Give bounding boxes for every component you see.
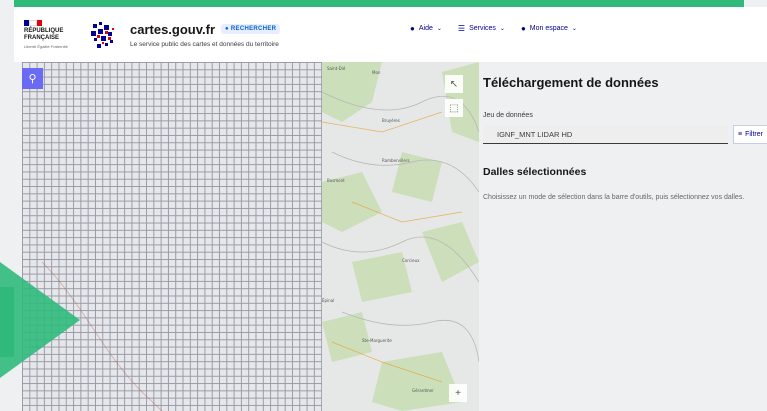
rectangle-select-icon: ⬚ bbox=[449, 102, 459, 114]
dataset-value: IGNF_MNT LIDAR HD bbox=[497, 130, 573, 139]
svg-text:Rambervillers: Rambervillers bbox=[382, 158, 410, 163]
header-nav: ● Aide ⌄ ☰ Services ⌄ ● Mon espace ⌄ bbox=[410, 24, 577, 33]
chevron-down-icon: ⌄ bbox=[571, 26, 577, 32]
filter-button[interactable]: ≡ Filtrer bbox=[733, 125, 767, 144]
dataset-select[interactable]: IGNF_MNT LIDAR HD bbox=[483, 125, 728, 144]
svg-text:Mon: Mon bbox=[372, 70, 381, 75]
french-flag-icon bbox=[24, 20, 42, 26]
chevron-down-icon: ⌄ bbox=[436, 26, 442, 32]
map-search-button[interactable]: ⚲ bbox=[22, 68, 43, 89]
dataset-label: Jeu de données bbox=[483, 112, 533, 119]
plus-icon: + bbox=[455, 387, 461, 399]
nav-services[interactable]: ☰ Services ⌄ bbox=[458, 24, 505, 33]
republique-line-2: FRANÇAISE bbox=[24, 35, 60, 41]
site-header: RÉPUBLIQUE FRANÇAISE Liberté Égalité Fra… bbox=[14, 7, 767, 62]
map-view[interactable]: Saint-Dié Mon Bosmont Bruyères Épinal Co… bbox=[22, 62, 479, 411]
zoom-in-button[interactable]: + bbox=[449, 384, 467, 402]
panel-title: Téléchargement de données bbox=[483, 75, 659, 90]
filter-icon: ≡ bbox=[738, 131, 743, 138]
svg-text:Gérardmer: Gérardmer bbox=[412, 388, 434, 393]
question-icon: ● bbox=[410, 24, 415, 33]
nav-aide[interactable]: ● Aide ⌄ bbox=[410, 24, 442, 33]
chevron-down-icon: ⌄ bbox=[499, 26, 505, 32]
svg-text:Corcieux: Corcieux bbox=[402, 258, 420, 263]
site-tagline: Le service public des cartes et données … bbox=[130, 40, 279, 48]
select-point-tool[interactable]: ↖ bbox=[445, 75, 463, 93]
search-icon: ⚲ bbox=[28, 73, 37, 85]
site-name[interactable]: cartes.gouv.fr bbox=[130, 22, 215, 37]
nav-services-label: Services bbox=[469, 25, 496, 32]
svg-text:Bruyères: Bruyères bbox=[382, 118, 400, 123]
svg-text:Ste-Marguerite: Ste-Marguerite bbox=[362, 338, 392, 343]
cartes-logo-icon[interactable] bbox=[88, 20, 118, 50]
nav-mon-espace-label: Mon espace bbox=[529, 25, 568, 32]
republique-motto: Liberté Égalité Fraternité bbox=[24, 44, 68, 49]
svg-text:Saint-Dié: Saint-Dié bbox=[327, 66, 346, 71]
nav-mon-espace[interactable]: ● Mon espace ⌄ bbox=[521, 24, 577, 33]
tiles-title: Dalles sélectionnées bbox=[483, 166, 587, 178]
nav-aide-label: Aide bbox=[418, 25, 433, 32]
select-rectangle-tool[interactable]: ⬚ bbox=[445, 99, 463, 117]
top-accent-bar bbox=[14, 0, 744, 7]
svg-text:Bosmont: Bosmont bbox=[327, 178, 345, 183]
menu-icon: ☰ bbox=[457, 24, 466, 33]
tiles-description: Choisissez un mode de sélection dans la … bbox=[483, 194, 745, 201]
brand: cartes.gouv.fr ● RECHERCHER Le service p… bbox=[130, 22, 281, 48]
filter-label: Filtrer bbox=[745, 131, 763, 138]
svg-text:Épinal: Épinal bbox=[322, 298, 334, 303]
cursor-icon: ↖ bbox=[449, 78, 459, 90]
republique-line-1: RÉPUBLIQUE bbox=[24, 28, 64, 34]
account-icon: ● bbox=[520, 24, 526, 33]
decorative-bar bbox=[0, 287, 14, 357]
search-badge[interactable]: ● RECHERCHER bbox=[221, 24, 281, 34]
republique-francaise-block: RÉPUBLIQUE FRANÇAISE Liberté Égalité Fra… bbox=[24, 20, 84, 49]
